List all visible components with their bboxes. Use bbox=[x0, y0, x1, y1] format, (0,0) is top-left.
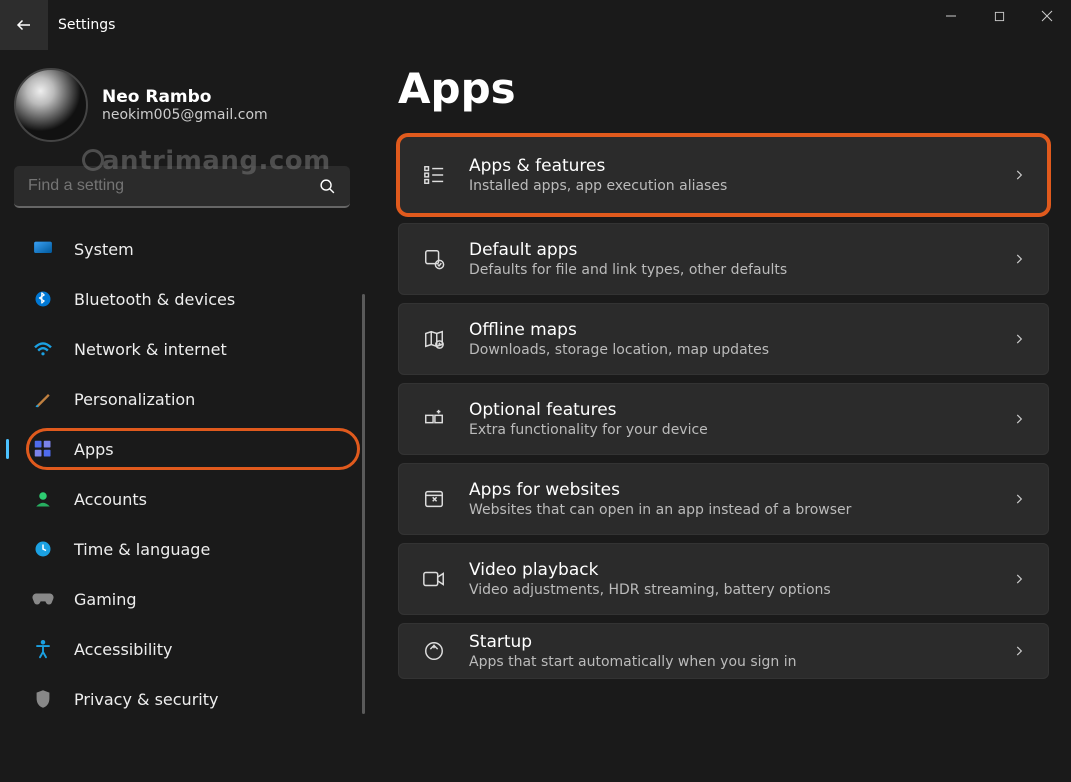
sidebar-item-system[interactable]: System bbox=[14, 224, 350, 274]
card-offline-maps[interactable]: Offline maps Downloads, storage location… bbox=[398, 303, 1049, 375]
sidebar-item-label: Accessibility bbox=[74, 640, 172, 659]
card-apps-features[interactable]: Apps & features Installed apps, app exec… bbox=[398, 135, 1049, 215]
card-subtitle: Installed apps, app execution aliases bbox=[469, 178, 727, 194]
user-email: neokim005@gmail.com bbox=[102, 107, 268, 123]
sidebar-item-gaming[interactable]: Gaming bbox=[14, 574, 350, 624]
card-subtitle: Defaults for file and link types, other … bbox=[469, 262, 787, 278]
sidebar-item-label: Network & internet bbox=[74, 340, 227, 359]
page-title: Apps bbox=[398, 64, 1049, 113]
card-optional-features[interactable]: Optional features Extra functionality fo… bbox=[398, 383, 1049, 455]
card-title: Startup bbox=[469, 632, 797, 652]
paintbrush-icon bbox=[32, 388, 54, 410]
chevron-right-icon bbox=[1012, 492, 1026, 506]
sidebar-item-label: Accounts bbox=[74, 490, 147, 509]
wifi-icon bbox=[32, 338, 54, 360]
sidebar-item-label: Personalization bbox=[74, 390, 195, 409]
card-startup[interactable]: Startup Apps that start automatically wh… bbox=[398, 623, 1049, 679]
sidebar-scrollbar[interactable] bbox=[362, 294, 365, 714]
sidebar-item-personalization[interactable]: Personalization bbox=[14, 374, 350, 424]
search-input[interactable] bbox=[28, 177, 319, 195]
sidebar-item-label: System bbox=[74, 240, 134, 259]
minimize-icon bbox=[945, 10, 957, 22]
card-title: Video playback bbox=[469, 560, 831, 580]
sidebar: Neo Rambo neokim005@gmail.com antrimang.… bbox=[0, 50, 370, 782]
main-content: Apps Apps & features Installed apps, app… bbox=[370, 50, 1071, 782]
card-subtitle: Websites that can open in an app instead… bbox=[469, 502, 851, 518]
card-video-playback[interactable]: Video playback Video adjustments, HDR st… bbox=[398, 543, 1049, 615]
maximize-button[interactable] bbox=[975, 0, 1023, 32]
sidebar-item-network[interactable]: Network & internet bbox=[14, 324, 350, 374]
card-title: Default apps bbox=[469, 240, 787, 260]
card-subtitle: Extra functionality for your device bbox=[469, 422, 708, 438]
map-icon bbox=[421, 326, 447, 352]
nav-list: System Bluetooth & devices Network & int… bbox=[12, 224, 370, 724]
sidebar-item-time-language[interactable]: Time & language bbox=[14, 524, 350, 574]
sidebar-item-label: Bluetooth & devices bbox=[74, 290, 235, 309]
card-title: Offline maps bbox=[469, 320, 769, 340]
card-title: Optional features bbox=[469, 400, 708, 420]
person-icon bbox=[32, 488, 54, 510]
card-subtitle: Apps that start automatically when you s… bbox=[469, 654, 797, 670]
window-title: Settings bbox=[58, 17, 115, 33]
sidebar-item-bluetooth[interactable]: Bluetooth & devices bbox=[14, 274, 350, 324]
close-icon bbox=[1041, 10, 1053, 22]
sidebar-item-accounts[interactable]: Accounts bbox=[14, 474, 350, 524]
video-icon bbox=[421, 566, 447, 592]
bluetooth-icon bbox=[32, 288, 54, 310]
shield-icon bbox=[32, 688, 54, 710]
apps-icon bbox=[32, 438, 54, 460]
list-icon bbox=[421, 162, 447, 188]
monitor-icon bbox=[32, 238, 54, 260]
gamepad-icon bbox=[32, 588, 54, 610]
card-title: Apps for websites bbox=[469, 480, 851, 500]
startup-icon bbox=[421, 638, 447, 664]
user-name: Neo Rambo bbox=[102, 87, 268, 107]
close-button[interactable] bbox=[1023, 0, 1071, 32]
search-icon bbox=[319, 178, 336, 195]
sidebar-item-apps[interactable]: Apps bbox=[14, 424, 350, 474]
sidebar-item-privacy[interactable]: Privacy & security bbox=[14, 674, 350, 724]
maximize-icon bbox=[994, 11, 1005, 22]
title-bar: Settings bbox=[0, 0, 1071, 50]
clock-icon bbox=[32, 538, 54, 560]
user-profile[interactable]: Neo Rambo neokim005@gmail.com bbox=[12, 60, 370, 160]
chevron-right-icon bbox=[1012, 168, 1026, 182]
chevron-right-icon bbox=[1012, 644, 1026, 658]
chevron-right-icon bbox=[1012, 252, 1026, 266]
default-apps-icon bbox=[421, 246, 447, 272]
card-title: Apps & features bbox=[469, 156, 727, 176]
chevron-right-icon bbox=[1012, 412, 1026, 426]
minimize-button[interactable] bbox=[927, 0, 975, 32]
features-icon bbox=[421, 406, 447, 432]
card-default-apps[interactable]: Default apps Defaults for file and link … bbox=[398, 223, 1049, 295]
chevron-right-icon bbox=[1012, 572, 1026, 586]
card-apps-websites[interactable]: Apps for websites Websites that can open… bbox=[398, 463, 1049, 535]
sidebar-item-label: Apps bbox=[74, 440, 114, 459]
accessibility-icon bbox=[32, 638, 54, 660]
avatar bbox=[14, 68, 88, 142]
sidebar-item-label: Time & language bbox=[74, 540, 210, 559]
sidebar-item-label: Gaming bbox=[74, 590, 137, 609]
card-subtitle: Video adjustments, HDR streaming, batter… bbox=[469, 582, 831, 598]
card-subtitle: Downloads, storage location, map updates bbox=[469, 342, 769, 358]
back-button[interactable] bbox=[0, 0, 48, 50]
sidebar-item-accessibility[interactable]: Accessibility bbox=[14, 624, 350, 674]
search-box[interactable] bbox=[14, 166, 350, 208]
chevron-right-icon bbox=[1012, 332, 1026, 346]
sidebar-item-label: Privacy & security bbox=[74, 690, 218, 709]
arrow-left-icon bbox=[15, 16, 33, 34]
website-icon bbox=[421, 486, 447, 512]
